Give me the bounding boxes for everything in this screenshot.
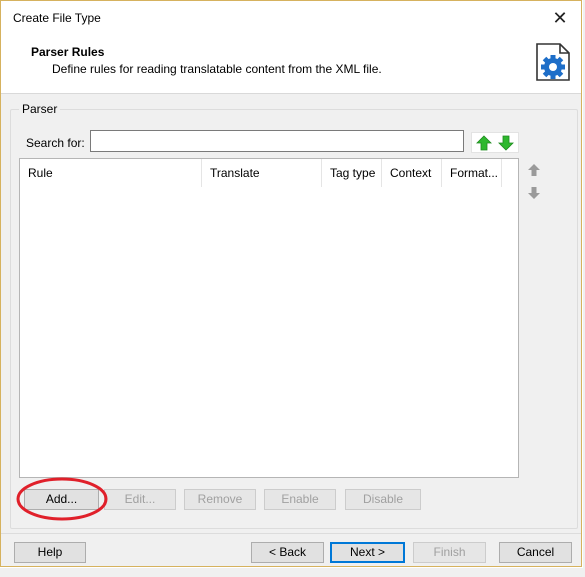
arrow-down-icon[interactable] <box>497 135 515 151</box>
back-button[interactable]: < Back <box>251 542 324 563</box>
column-header-rule[interactable]: Rule <box>20 159 202 187</box>
edit-rule-button[interactable]: Edit... <box>104 489 176 510</box>
arrow-up-icon[interactable] <box>475 135 493 151</box>
create-file-type-dialog: Create File Type ✕ Parser Rules Define r… <box>0 0 582 567</box>
disable-rule-button[interactable]: Disable <box>345 489 421 510</box>
arrow-down-icon[interactable] <box>527 186 541 200</box>
help-button[interactable]: Help <box>14 542 86 563</box>
remove-rule-button[interactable]: Remove <box>184 489 256 510</box>
column-header-translate[interactable]: Translate <box>202 159 322 187</box>
rules-list-header: Rule Translate Tag type Context Format..… <box>20 159 518 187</box>
background-window-bottom <box>0 568 585 577</box>
column-header-tag-type[interactable]: Tag type <box>322 159 382 187</box>
enable-rule-button[interactable]: Enable <box>264 489 336 510</box>
footer-separator <box>1 533 581 534</box>
page-subtitle: Define rules for reading translatable co… <box>52 62 382 76</box>
rules-list[interactable]: Rule Translate Tag type Context Format..… <box>19 158 519 478</box>
cancel-button[interactable]: Cancel <box>499 542 572 563</box>
search-navigation <box>471 132 519 153</box>
page-title: Parser Rules <box>31 45 105 59</box>
settings-document-icon <box>536 43 570 81</box>
search-input[interactable] <box>90 130 464 152</box>
page-header: Parser Rules Define rules for reading tr… <box>1 35 581 94</box>
title-bar: Create File Type ✕ <box>1 1 581 35</box>
window-title: Create File Type <box>13 11 101 25</box>
next-button[interactable]: Next > <box>330 542 405 563</box>
search-label: Search for: <box>26 136 85 150</box>
add-rule-button[interactable]: Add... <box>24 489 99 510</box>
column-header-context[interactable]: Context <box>382 159 442 187</box>
close-icon[interactable]: ✕ <box>547 5 573 31</box>
column-header-format[interactable]: Format... <box>442 159 502 187</box>
finish-button[interactable]: Finish <box>413 542 486 563</box>
arrow-up-icon[interactable] <box>527 163 541 177</box>
parser-group-label: Parser <box>19 102 61 116</box>
